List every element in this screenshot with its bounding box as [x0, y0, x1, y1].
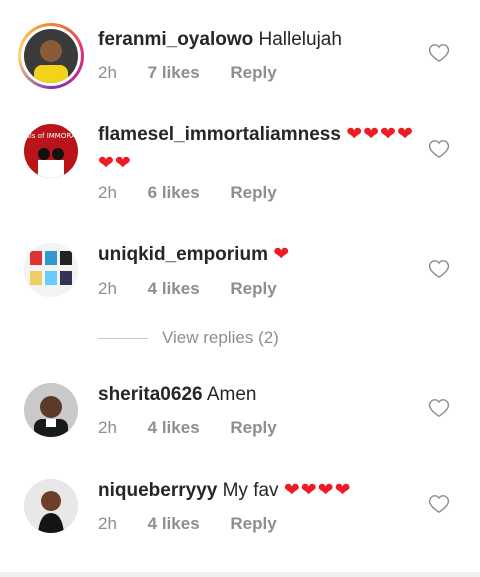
- view-replies-label: View replies (2): [162, 328, 279, 347]
- reply-button[interactable]: Reply: [230, 183, 276, 203]
- comment-meta: 2h 7 likes Reply: [98, 63, 303, 83]
- likes-count[interactable]: 4 likes: [148, 514, 200, 534]
- timestamp: 2h: [98, 279, 117, 298]
- comment-meta: 2h 4 likes Reply: [98, 514, 303, 534]
- username-link[interactable]: feranmi_oyalowo: [98, 29, 253, 50]
- heart-outline-icon[interactable]: [428, 139, 450, 159]
- comment-text: Amen: [206, 384, 257, 405]
- comment-body: flamesel_immortaliamness ❤❤❤❤❤❤: [98, 120, 420, 178]
- avatar[interactable]: [24, 243, 78, 297]
- comment-emoji: ❤❤❤❤: [283, 480, 352, 501]
- likes-count[interactable]: 4 likes: [148, 279, 200, 299]
- heart-outline-icon[interactable]: [428, 259, 450, 279]
- reply-button[interactable]: Reply: [230, 63, 276, 83]
- comment-body: uniqkid_emporium ❤: [98, 240, 420, 269]
- avatar[interactable]: Portals of IMMORALITY: [24, 124, 78, 178]
- comment-meta: 2h 4 likes Reply: [98, 279, 303, 299]
- likes-count[interactable]: 6 likes: [148, 183, 200, 203]
- reply-button[interactable]: Reply: [230, 279, 276, 299]
- comment-meta: 2h 4 likes Reply: [98, 418, 303, 438]
- view-replies-button[interactable]: View replies (2): [98, 328, 279, 348]
- likes-count[interactable]: 4 likes: [148, 418, 200, 438]
- username-link[interactable]: flamesel_immortaliamness: [98, 124, 341, 145]
- timestamp: 2h: [98, 183, 117, 202]
- username-link[interactable]: sherita0626: [98, 384, 203, 405]
- comment-text: Hallelujah: [258, 29, 342, 50]
- comment-body: sherita0626 Amen: [98, 380, 420, 409]
- reply-button[interactable]: Reply: [230, 418, 276, 438]
- timestamp: 2h: [98, 63, 117, 82]
- heart-outline-icon[interactable]: [428, 43, 450, 63]
- heart-outline-icon[interactable]: [428, 398, 450, 418]
- comment-body: feranmi_oyalowo Hallelujah: [98, 25, 420, 54]
- likes-count[interactable]: 7 likes: [148, 63, 200, 83]
- avatar: [24, 29, 78, 83]
- divider: [98, 337, 148, 339]
- timestamp: 2h: [98, 418, 117, 437]
- divider: [0, 572, 480, 577]
- comment-text: ❤: [273, 244, 291, 265]
- comment-text: My fav: [222, 480, 279, 501]
- comment-meta: 2h 6 likes Reply: [98, 183, 303, 203]
- avatar-caption: Portals of IMMORALITY: [24, 132, 78, 140]
- username-link[interactable]: niqueberryyy: [98, 480, 217, 501]
- reply-button[interactable]: Reply: [230, 514, 276, 534]
- avatar[interactable]: [24, 383, 78, 437]
- timestamp: 2h: [98, 514, 117, 533]
- heart-outline-icon[interactable]: [428, 494, 450, 514]
- comment-body: niqueberryyy My fav ❤❤❤❤: [98, 476, 420, 505]
- avatar[interactable]: [24, 479, 78, 533]
- story-ring[interactable]: [18, 23, 84, 89]
- username-link[interactable]: uniqkid_emporium: [98, 244, 268, 265]
